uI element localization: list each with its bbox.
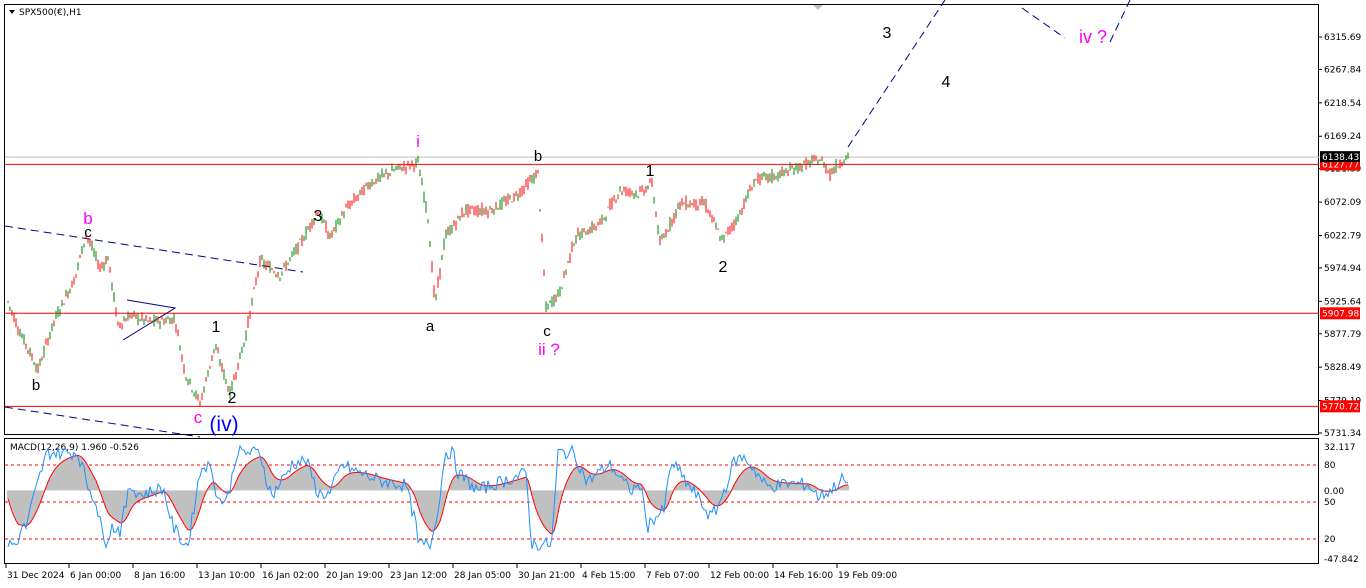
- wave-label: 4: [942, 74, 951, 91]
- wave-label: c: [84, 224, 92, 241]
- time-tick-label: 16 Jan 02:00: [262, 571, 319, 581]
- price-tick-label: 5925.64: [1324, 297, 1361, 307]
- price-tick-label: 6267.84: [1324, 65, 1361, 75]
- time-tick-label: 6 Jan 00:00: [70, 571, 122, 581]
- price-tick-label: 5828.49: [1324, 363, 1361, 373]
- wave-label: 2: [228, 390, 237, 407]
- wave-label: 3: [883, 25, 892, 42]
- price-tick-label: 6169.24: [1324, 132, 1361, 142]
- wave-label: b: [534, 148, 542, 165]
- wave-label: 1: [646, 163, 655, 180]
- time-tick-label: 31 Dec 2024: [7, 571, 65, 581]
- wave-label: 1: [212, 319, 221, 336]
- time-tick-label: 12 Feb 00:00: [710, 571, 769, 581]
- time-tick-label: 23 Jan 12:00: [390, 571, 447, 581]
- macd-tick-label: 32.117: [1324, 443, 1356, 453]
- time-tick-label: 4 Feb 15:00: [582, 571, 636, 581]
- macd-header: MACD(12,26,9) 1.960 -0.526: [10, 443, 139, 453]
- chart-canvas: SPX500(€),H1 6315.69 6267.84 6218.54 6169.2…: [4, 0, 1361, 581]
- time-tick-label: 30 Jan 21:00: [518, 571, 575, 581]
- macd-tick-label: -47.842: [1324, 555, 1359, 565]
- symbol-label: SPX500(€),H1: [19, 8, 82, 18]
- macd-tick-label: 0.00: [1324, 487, 1344, 497]
- price-tick-label: 5974.94: [1324, 264, 1361, 274]
- wave-label: ii ?: [538, 340, 560, 359]
- macd-tick-label: 80: [1324, 461, 1336, 471]
- time-axis: 31 Dec 2024 6 Jan 00:00 8 Jan 16:00 13 Jan …: [5, 564, 897, 581]
- wave-label: 3: [314, 208, 323, 225]
- time-tick-label: 19 Feb 09:00: [838, 571, 897, 581]
- wave-label: (iv): [209, 413, 238, 436]
- wave-label: iv ?: [1079, 27, 1107, 47]
- price-tick-label: 5877.79: [1324, 330, 1361, 340]
- time-tick-label: 7 Feb 07:00: [646, 571, 700, 581]
- macd-axis: 32.117 80 0.0050 20 -47.842: [1324, 443, 1359, 565]
- price-pane-frame: [4, 4, 1319, 435]
- price-tick-label: 6315.69: [1324, 33, 1361, 43]
- wave-label: b: [32, 377, 40, 394]
- wave-label: a: [426, 318, 435, 335]
- wave-label: 2: [719, 259, 728, 276]
- price-axis: 6315.696267.846218.546169.246121.396072.…: [1318, 33, 1361, 439]
- time-tick-label: 14 Feb 16:00: [774, 571, 833, 581]
- time-tick-label: 8 Jan 16:00: [134, 571, 186, 581]
- wave-label: i: [416, 132, 420, 151]
- price-tick-label: 6022.79: [1324, 231, 1361, 241]
- price-tick-label: 5731.34: [1324, 429, 1361, 439]
- price-tick-label: 6218.54: [1324, 99, 1361, 109]
- current-price-label: 6138.43: [1322, 153, 1359, 163]
- wave-label: c: [543, 323, 551, 340]
- wave-label: c: [194, 408, 203, 427]
- time-tick-label: 28 Jan 05:00: [454, 571, 511, 581]
- macd-tick-label: 50: [1324, 498, 1336, 508]
- level-price-label: 5770.72: [1322, 402, 1359, 412]
- time-tick-label: 20 Jan 19:00: [326, 571, 383, 581]
- level-price-label: 5907.98: [1322, 309, 1359, 319]
- price-tick-label: 6072.09: [1324, 198, 1361, 208]
- time-tick-label: 13 Jan 10:00: [198, 571, 255, 581]
- macd-tick-label: 20: [1324, 535, 1336, 545]
